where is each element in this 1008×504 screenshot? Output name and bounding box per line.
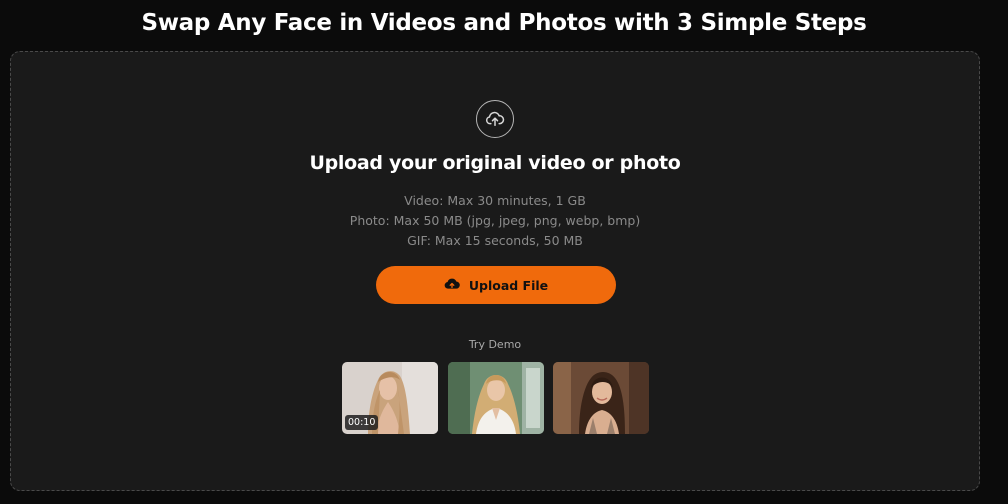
demo-image-3 [553, 362, 649, 434]
cloud-upload-icon [444, 276, 460, 295]
gif-limit-text: GIF: Max 15 seconds, 50 MB [407, 233, 583, 248]
demo-photo-thumbnail[interactable] [553, 362, 649, 434]
upload-limits: Video: Max 30 minutes, 1 GB Photo: Max 5… [11, 191, 979, 251]
page-title: Swap Any Face in Videos and Photos with … [141, 10, 867, 36]
photo-limit-text: Photo: Max 50 MB (jpg, jpeg, png, webp, … [349, 213, 641, 228]
page: Swap Any Face in Videos and Photos with … [0, 0, 1008, 504]
cloud-upload-icon [476, 100, 514, 138]
demo-video-thumbnail[interactable]: 00:10 [342, 362, 438, 434]
demo-image-2 [448, 362, 544, 434]
upload-file-button[interactable]: Upload File [376, 266, 616, 304]
video-limit-text: Video: Max 30 minutes, 1 GB [404, 193, 586, 208]
video-duration-badge: 00:10 [345, 415, 379, 430]
upload-heading: Upload your original video or photo [309, 152, 681, 174]
demo-photo-thumbnail[interactable] [448, 362, 544, 434]
upload-file-label: Upload File [468, 277, 549, 293]
try-demo-label: Try Demo [468, 338, 522, 351]
upload-dropzone[interactable]: Upload your original video or photo Vide… [10, 51, 980, 491]
